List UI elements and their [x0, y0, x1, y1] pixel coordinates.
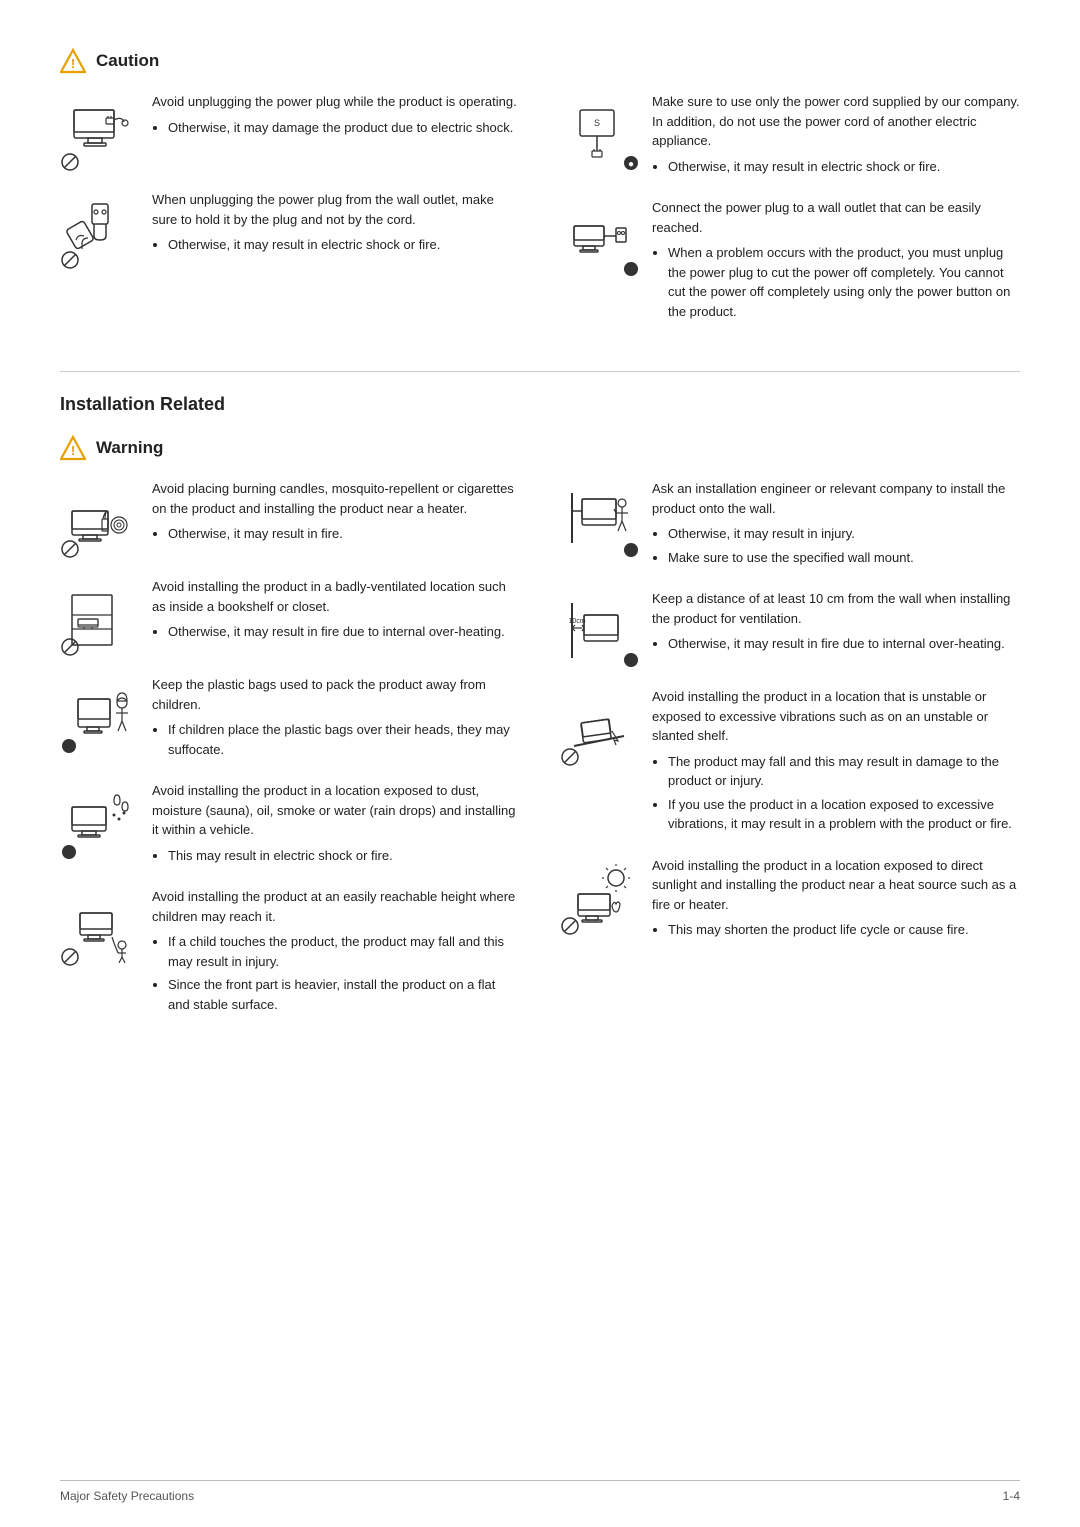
page-footer: Major Safety Precautions 1-4 [60, 1480, 1020, 1503]
caution-img-4 [560, 198, 640, 278]
installation-heading: Installation Related [60, 394, 1020, 415]
caution-item-1: Avoid unplugging the power plug while th… [60, 92, 520, 172]
caution-right-text-1: Make sure to use only the power cord sup… [652, 92, 1020, 180]
caution-text-2: When unplugging the power plug from the … [152, 190, 520, 259]
info-dot-warn-4 [60, 843, 78, 861]
warning-header: ! Warning [60, 435, 1020, 461]
no-sym-warn-r4 [560, 916, 580, 936]
caution-triangle-icon: ! [60, 48, 86, 74]
caution-img-1 [60, 92, 140, 172]
no-sym-warn-1 [60, 539, 80, 559]
warn-item-right-1: Ask an installation engineer or relevant… [560, 479, 1020, 571]
warn-img-right-2: 10cm [560, 589, 640, 669]
no-sym-warn-5 [60, 947, 80, 967]
no-sym-warn-2 [60, 637, 80, 657]
warn-img-right-4 [560, 856, 640, 936]
warn-item-right-4: Avoid installing the product in a locati… [560, 856, 1020, 944]
footer-right: 1-4 [1003, 1489, 1020, 1503]
warn-img-left-5 [60, 887, 140, 967]
svg-text:●: ● [628, 159, 634, 170]
svg-text:!: ! [71, 443, 75, 458]
warning-columns: Avoid placing burning candles, mosquito-… [60, 479, 1020, 1036]
no-sym-warn-r3 [560, 747, 580, 767]
svg-text:10cm: 10cm [568, 618, 585, 625]
info-dot-warn-r1 [622, 541, 640, 559]
caution-item-2: When unplugging the power plug from the … [60, 190, 520, 270]
warn-img-left-4 [60, 781, 140, 861]
caution-header: ! Caution [60, 48, 1020, 74]
warn-item-left-1: Avoid placing burning candles, mosquito-… [60, 479, 520, 559]
caution-right-text-2: Connect the power plug to a wall outlet … [652, 198, 1020, 325]
caution-text-1: Avoid unplugging the power plug while th… [152, 92, 520, 141]
warning-triangle-icon: ! [60, 435, 86, 461]
no-symbol-2 [60, 250, 80, 270]
warn-img-left-3 [60, 675, 140, 755]
svg-text:S: S [594, 118, 600, 128]
info-dot-warn-r2 [622, 651, 640, 669]
caution-img-3: S ● [560, 92, 640, 172]
caution-right-col: S ● Make sure to use only the power cord… [560, 92, 1020, 343]
info-dot-2 [622, 260, 640, 278]
caution-right-item-1: S ● Make sure to use only the power cord… [560, 92, 1020, 180]
warn-item-left-3: Keep the plastic bags used to pack the p… [60, 675, 520, 763]
caution-img-2 [60, 190, 140, 270]
warning-title: Warning [96, 438, 163, 458]
warn-item-left-2: Avoid installing the product in a badly-… [60, 577, 520, 657]
caution-left-col: Avoid unplugging the power plug while th… [60, 92, 520, 343]
warning-right-col: Ask an installation engineer or relevant… [560, 479, 1020, 1036]
warn-item-left-5: Avoid installing the product at an easil… [60, 887, 520, 1018]
no-symbol-1 [60, 152, 80, 172]
info-dot-1: ● [622, 154, 640, 172]
svg-text:!: ! [71, 56, 75, 71]
warn-img-left-1 [60, 479, 140, 559]
caution-right-item-2: Connect the power plug to a wall outlet … [560, 198, 1020, 325]
caution-title: Caution [96, 51, 159, 71]
warn-item-left-4: Avoid installing the product in a locati… [60, 781, 520, 869]
warn-img-right-1 [560, 479, 640, 559]
warn-img-left-2 [60, 577, 140, 657]
section-divider [60, 371, 1020, 372]
warn-item-right-3: Avoid installing the product in a locati… [560, 687, 1020, 838]
footer-left: Major Safety Precautions [60, 1489, 194, 1503]
warn-item-right-2: 10cm Keep a distance of at least 10 cm f… [560, 589, 1020, 669]
warning-left-col: Avoid placing burning candles, mosquito-… [60, 479, 520, 1036]
info-dot-warn-3 [60, 737, 78, 755]
warn-img-right-3 [560, 687, 640, 767]
caution-columns: Avoid unplugging the power plug while th… [60, 92, 1020, 343]
